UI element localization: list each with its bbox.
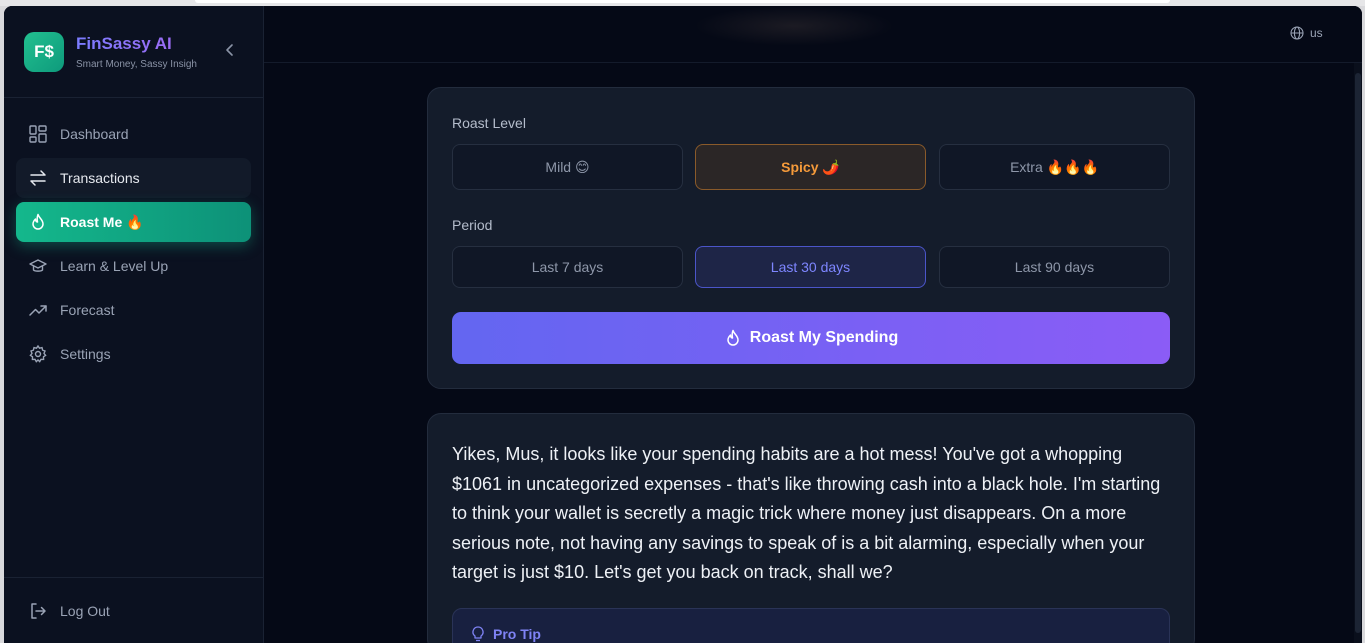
sidebar: F$ FinSassy AI Smart Money, Sassy Insigh… bbox=[4, 6, 264, 643]
roast-settings-card: Roast Level Mild 😊 Spicy 🌶️ Extra 🔥🔥🔥 Pe… bbox=[427, 87, 1195, 389]
roast-level-extra-button[interactable]: Extra 🔥🔥🔥 bbox=[939, 144, 1170, 190]
trending-up-icon bbox=[28, 300, 48, 320]
app-logo: F$ bbox=[24, 32, 64, 72]
gear-icon bbox=[28, 344, 48, 364]
sidebar-item-transactions[interactable]: Transactions bbox=[16, 158, 251, 198]
sidebar-item-learn[interactable]: Learn & Level Up bbox=[16, 246, 251, 286]
period-30-days-button[interactable]: Last 30 days bbox=[695, 246, 926, 288]
period-label: Period bbox=[452, 217, 493, 233]
flame-icon bbox=[28, 212, 48, 232]
sidebar-item-roast-me[interactable]: Roast Me 🔥 bbox=[16, 202, 251, 242]
language-label: us bbox=[1310, 26, 1323, 40]
period-90-days-button[interactable]: Last 90 days bbox=[939, 246, 1170, 288]
top-bar: us bbox=[264, 6, 1362, 63]
logout-button[interactable]: Log Out bbox=[16, 591, 251, 631]
scrollbar-thumb[interactable] bbox=[1355, 73, 1361, 633]
main-scrollbar[interactable] bbox=[1354, 63, 1362, 643]
roast-result-card: Yikes, Mus, it looks like your spending … bbox=[427, 413, 1195, 643]
roast-result-text: Yikes, Mus, it looks like your spending … bbox=[452, 444, 1161, 582]
collapse-sidebar-button[interactable] bbox=[222, 42, 238, 58]
sidebar-item-label: Settings bbox=[60, 346, 111, 362]
logout-label: Log Out bbox=[60, 603, 110, 619]
sidebar-item-settings[interactable]: Settings bbox=[16, 334, 251, 374]
chevron-left-icon bbox=[226, 44, 233, 56]
pro-tip-box: Pro Tip bbox=[452, 608, 1170, 643]
pro-tip-label: Pro Tip bbox=[493, 626, 541, 642]
sidebar-item-label: Dashboard bbox=[60, 126, 129, 142]
arrows-swap-icon bbox=[28, 168, 48, 188]
graduation-cap-icon bbox=[28, 256, 48, 276]
logout-icon bbox=[28, 601, 48, 621]
sidebar-item-forecast[interactable]: Forecast bbox=[16, 290, 251, 330]
brand-header: F$ FinSassy AI Smart Money, Sassy Insigh bbox=[4, 6, 264, 98]
logout-section: Log Out bbox=[4, 577, 264, 643]
sidebar-item-label: Learn & Level Up bbox=[60, 258, 169, 274]
flame-icon bbox=[727, 329, 739, 346]
roast-level-spicy-button[interactable]: Spicy 🌶️ bbox=[695, 144, 926, 190]
lightbulb-icon bbox=[472, 626, 484, 642]
app-name: FinSassy AI bbox=[76, 34, 172, 53]
roast-button-label: Roast My Spending bbox=[749, 329, 899, 346]
header-glow bbox=[694, 6, 894, 46]
sidebar-item-label: Transactions bbox=[60, 170, 140, 186]
roast-level-mild-button[interactable]: Mild 😊 bbox=[452, 144, 683, 190]
sidebar-item-label: Roast Me 🔥 bbox=[60, 213, 144, 230]
period-7-days-button[interactable]: Last 7 days bbox=[452, 246, 683, 288]
sidebar-item-label: Forecast bbox=[60, 302, 115, 318]
roast-my-spending-button[interactable]: Roast My Spending bbox=[452, 312, 1170, 364]
pro-tip-title: Pro Tip bbox=[471, 626, 541, 642]
dashboard-icon bbox=[28, 124, 48, 144]
roast-level-label: Roast Level bbox=[452, 115, 526, 131]
app-tagline: Smart Money, Sassy Insigh bbox=[76, 59, 197, 70]
main-content: us Roast Level Mild 😊 Spicy 🌶️ Extra 🔥🔥🔥… bbox=[264, 6, 1362, 643]
globe-icon bbox=[1290, 26, 1304, 40]
sidebar-item-dashboard[interactable]: Dashboard bbox=[16, 114, 251, 154]
sidebar-nav: Dashboard Transactions Roast Me 🔥 Learn … bbox=[16, 114, 251, 378]
app-window: F$ FinSassy AI Smart Money, Sassy Insigh… bbox=[4, 6, 1362, 643]
language-selector[interactable]: us bbox=[1290, 26, 1323, 40]
